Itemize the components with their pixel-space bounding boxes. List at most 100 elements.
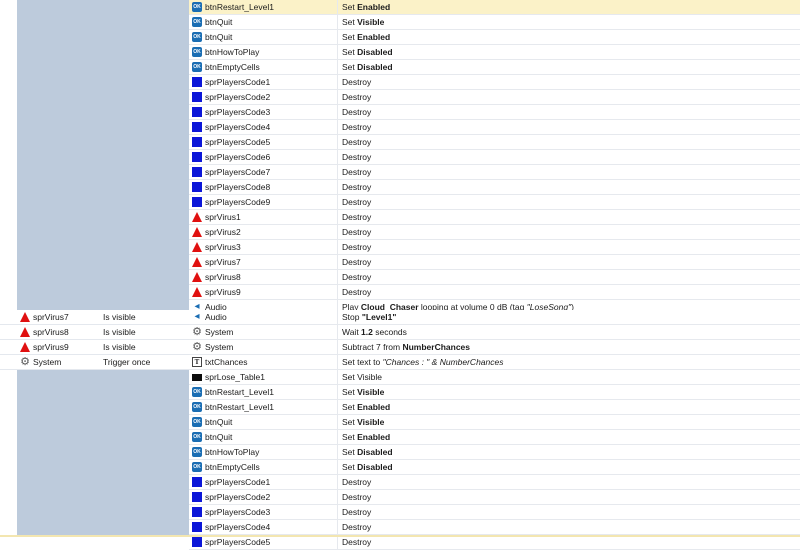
action-object[interactable]: sprPlayersCode7 (189, 165, 338, 179)
condition-row[interactable]: sprVirus9 Is visible (0, 340, 189, 355)
action-object[interactable]: sprPlayersCode8 (189, 180, 338, 194)
action-row[interactable]: sprPlayersCode6 Destroy (189, 150, 800, 165)
action-row[interactable]: sprPlayersCode5 Destroy (189, 535, 800, 550)
action-object[interactable]: sprVirus8 (189, 270, 338, 284)
action-object[interactable]: btnRestart_Level1 (189, 400, 338, 414)
action-object[interactable]: sprVirus1 (189, 210, 338, 224)
action-object[interactable]: btnRestart_Level1 (189, 0, 338, 14)
action-text[interactable]: Set text to "Chances : " & NumberChances (342, 355, 503, 369)
action-text[interactable]: Set Disabled (342, 45, 393, 59)
action-text[interactable]: Destroy (342, 210, 371, 224)
action-text[interactable]: Destroy (342, 120, 371, 134)
action-row[interactable]: sprPlayersCode2 Destroy (189, 490, 800, 505)
action-row[interactable]: sprVirus9 Destroy (189, 285, 800, 300)
action-text[interactable]: Stop "Level1" (342, 310, 396, 324)
action-text[interactable]: Destroy (342, 520, 371, 534)
action-object[interactable]: sprVirus9 (189, 285, 338, 299)
action-text[interactable]: Set Enabled (342, 430, 390, 444)
action-text[interactable]: Destroy (342, 75, 371, 89)
action-object[interactable]: btnHowToPlay (189, 45, 338, 59)
action-text[interactable]: Set Disabled (342, 60, 393, 74)
action-row[interactable]: sprPlayersCode4 Destroy (189, 520, 800, 535)
action-text[interactable]: Destroy (342, 240, 371, 254)
action-row[interactable]: sprPlayersCode3 Destroy (189, 105, 800, 120)
condition-row[interactable]: sprVirus8 Is visible (0, 325, 189, 340)
condition-row[interactable]: sprVirus7 Is visible (0, 310, 189, 325)
condition-object[interactable]: ⚙ System (17, 355, 97, 369)
action-object[interactable]: ⚙ System (189, 325, 338, 339)
action-text[interactable]: Set Enabled (342, 400, 390, 414)
action-row[interactable]: btnQuit Set Enabled (189, 30, 800, 45)
action-row[interactable]: sprPlayersCode2 Destroy (189, 90, 800, 105)
action-row[interactable]: sprPlayersCode1 Destroy (189, 75, 800, 90)
action-object[interactable]: sprPlayersCode3 (189, 505, 338, 519)
action-object[interactable]: btnQuit (189, 415, 338, 429)
action-object[interactable]: sprPlayersCode5 (189, 135, 338, 149)
action-row[interactable]: sprPlayersCode5 Destroy (189, 135, 800, 150)
action-object[interactable]: btnQuit (189, 30, 338, 44)
action-text[interactable]: Destroy (342, 180, 371, 194)
action-row[interactable]: ⚙ System Wait 1.2 seconds (189, 325, 800, 340)
action-row[interactable]: btnQuit Set Enabled (189, 430, 800, 445)
action-text[interactable]: Set Disabled (342, 460, 393, 474)
action-object[interactable]: TtxtChances (189, 355, 338, 369)
action-row[interactable]: btnHowToPlay Set Disabled (189, 45, 800, 60)
action-object[interactable]: sprPlayersCode6 (189, 150, 338, 164)
action-object[interactable]: btnHowToPlay (189, 445, 338, 459)
action-object[interactable]: sprVirus7 (189, 255, 338, 269)
action-row[interactable]: btnQuit Set Visible (189, 415, 800, 430)
action-row[interactable]: ◂ Audio Stop "Level1" (189, 310, 800, 325)
action-row[interactable]: sprVirus7 Destroy (189, 255, 800, 270)
action-text[interactable]: Set Disabled (342, 445, 393, 459)
event-block-margin[interactable] (17, 0, 189, 310)
action-text[interactable]: Set Visible (342, 385, 384, 399)
action-text[interactable]: Set Visible (342, 370, 382, 384)
action-text[interactable]: Destroy (342, 225, 371, 239)
action-object[interactable]: ◂ Audio (189, 310, 338, 324)
action-row[interactable]: btnRestart_Level1 Set Enabled (189, 0, 800, 15)
action-row[interactable]: btnHowToPlay Set Disabled (189, 445, 800, 460)
action-row[interactable]: sprPlayersCode3 Destroy (189, 505, 800, 520)
action-object[interactable]: sprPlayersCode4 (189, 520, 338, 534)
action-row[interactable]: sprPlayersCode8 Destroy (189, 180, 800, 195)
action-object[interactable]: sprPlayersCode5 (189, 535, 338, 549)
action-text[interactable]: Set Enabled (342, 0, 390, 14)
action-text[interactable]: Wait 1.2 seconds (342, 325, 407, 339)
action-text[interactable]: Destroy (342, 165, 371, 179)
action-object[interactable]: sprPlayersCode3 (189, 105, 338, 119)
action-row[interactable]: sprVirus1 Destroy (189, 210, 800, 225)
action-text[interactable]: Destroy (342, 195, 371, 209)
action-object[interactable]: btnEmptyCells (189, 460, 338, 474)
action-row[interactable]: ⚙ System Subtract 7 from NumberChances (189, 340, 800, 355)
action-text[interactable]: Destroy (342, 490, 371, 504)
action-text[interactable]: Set Visible (342, 415, 384, 429)
condition-object[interactable]: sprVirus8 (17, 325, 97, 339)
action-object[interactable]: sprPlayersCode2 (189, 490, 338, 504)
condition-row[interactable]: ⚙ System Trigger once (0, 355, 189, 370)
action-text[interactable]: Set Visible (342, 15, 384, 29)
action-object[interactable]: sprPlayersCode9 (189, 195, 338, 209)
condition-object[interactable]: sprVirus7 (17, 310, 97, 324)
action-text[interactable]: Destroy (342, 535, 371, 549)
action-object[interactable]: btnQuit (189, 430, 338, 444)
action-text[interactable]: Subtract 7 from NumberChances (342, 340, 470, 354)
action-row[interactable]: sprVirus3 Destroy (189, 240, 800, 255)
action-object[interactable]: sprPlayersCode4 (189, 120, 338, 134)
action-text[interactable]: Destroy (342, 255, 371, 269)
action-object[interactable]: btnQuit (189, 15, 338, 29)
action-row[interactable]: sprVirus2 Destroy (189, 225, 800, 240)
action-row[interactable]: btnRestart_Level1 Set Visible (189, 385, 800, 400)
condition-object[interactable]: sprVirus9 (17, 340, 97, 354)
action-object[interactable]: sprPlayersCode1 (189, 475, 338, 489)
action-object[interactable]: btnEmptyCells (189, 60, 338, 74)
action-text[interactable]: Destroy (342, 150, 371, 164)
action-text[interactable]: Destroy (342, 105, 371, 119)
action-text[interactable]: Destroy (342, 505, 371, 519)
action-text[interactable]: Destroy (342, 90, 371, 104)
action-object[interactable]: sprPlayersCode1 (189, 75, 338, 89)
action-row[interactable]: sprPlayersCode1 Destroy (189, 475, 800, 490)
action-object[interactable]: sprVirus3 (189, 240, 338, 254)
action-object[interactable]: btnRestart_Level1 (189, 385, 338, 399)
action-row[interactable]: sprPlayersCode7 Destroy (189, 165, 800, 180)
action-object[interactable]: ⚙ System (189, 340, 338, 354)
